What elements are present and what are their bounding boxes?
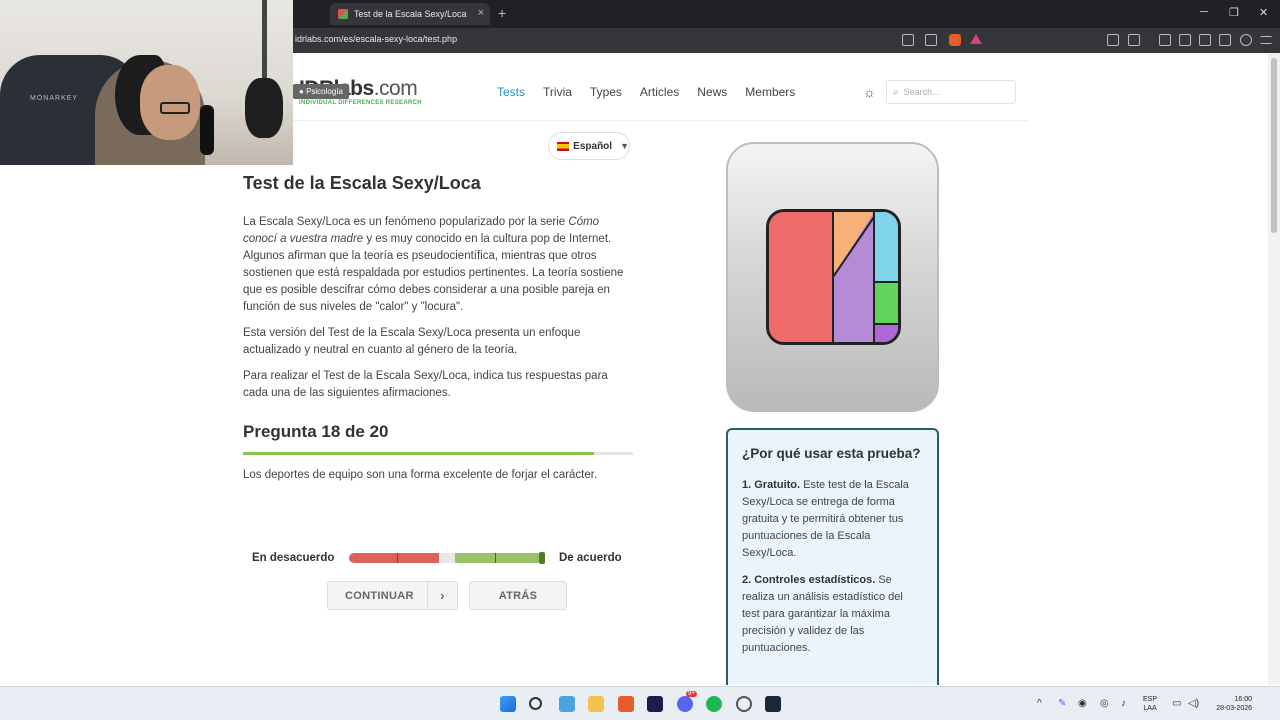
sidebar-icon[interactable] xyxy=(1179,34,1191,46)
continue-button[interactable]: CONTINUAR › xyxy=(327,581,458,610)
spotify-icon[interactable] xyxy=(706,696,722,712)
progress-fill xyxy=(243,452,594,455)
intro-paragraph: La Escala Sexy/Loca es un fenómeno popul… xyxy=(243,216,624,313)
brave-shield-icon[interactable] xyxy=(949,34,961,46)
screenshot-icon[interactable] xyxy=(1128,34,1140,46)
spain-flag-icon xyxy=(557,141,570,151)
why-item-stats: 2. Controles estadísticos. Se realiza un… xyxy=(742,574,903,654)
category-badge[interactable]: ● Psicología xyxy=(293,84,349,99)
language-label: Español xyxy=(573,140,613,152)
chevron-right-icon: › xyxy=(427,582,457,609)
scale-label-disagree: En desacuerdo xyxy=(252,552,335,564)
microphone xyxy=(200,105,214,155)
logo-suffix: .com xyxy=(373,77,418,100)
site-favicon-icon xyxy=(338,9,348,19)
discord-badge: 9+ xyxy=(686,691,697,697)
wallet-icon[interactable] xyxy=(1199,34,1211,46)
page-title: Test de la Escala Sexy/Loca xyxy=(243,173,481,193)
back-button[interactable]: ATRÁS xyxy=(469,581,567,610)
extensions-icon[interactable] xyxy=(1107,34,1119,46)
file-explorer-icon[interactable] xyxy=(588,696,604,712)
brave-rewards-icon[interactable] xyxy=(970,34,982,44)
nav-tests[interactable]: Tests xyxy=(497,85,525,99)
chevron-down-icon: ▼ xyxy=(620,141,629,151)
search-input[interactable]: ⌕ Search... xyxy=(886,80,1016,104)
site-header: IDRlabs.com INDIVIDUAL DIFFERENCES RESEA… xyxy=(293,53,1028,121)
maximize-button[interactable]: ❐ xyxy=(1229,6,1239,19)
nav-news[interactable]: News xyxy=(697,85,727,99)
nav-types[interactable]: Types xyxy=(590,85,622,99)
version-paragraph: Esta versión del Test de la Escala Sexy/… xyxy=(243,327,581,356)
main-nav: Tests Trivia Types Articles News Members xyxy=(497,85,813,99)
scale-label-agree: De acuerdo xyxy=(559,552,622,564)
obs-icon[interactable] xyxy=(736,696,752,712)
why-item-free: 1. Gratuito. Este test de la Escala Sexy… xyxy=(742,479,909,559)
new-tab-button[interactable]: + xyxy=(498,5,506,21)
continue-label: CONTINUAR xyxy=(345,589,414,602)
minimize-button[interactable]: ─ xyxy=(1200,6,1208,18)
answer-slider[interactable] xyxy=(349,553,545,563)
tray-network-icon[interactable]: ▭ xyxy=(1172,698,1181,709)
reader-icon[interactable] xyxy=(902,34,914,46)
start-icon[interactable] xyxy=(500,696,516,712)
slider-tick xyxy=(495,553,496,563)
glasses xyxy=(160,102,190,114)
chair-brand: MONARKEY xyxy=(30,95,79,102)
taskbar: 9+ ^ ✎ ◉ ◎ ♪ ESP LAA ▭ ◁) 16:00 28-03-2026 xyxy=(0,686,1280,720)
logo-subtitle: INDIVIDUAL DIFFERENCES RESEARCH xyxy=(299,100,422,106)
leo-ai-icon[interactable] xyxy=(1219,34,1231,46)
search-taskbar-icon[interactable] xyxy=(529,697,542,710)
steam-icon[interactable] xyxy=(765,696,781,712)
language-select[interactable]: Español ▼ xyxy=(548,132,630,160)
tray-steam-icon[interactable]: ◎ xyxy=(1100,698,1109,709)
tray-mic-icon[interactable]: ♪ xyxy=(1121,698,1126,709)
slider-tick xyxy=(397,553,398,563)
slider-handle[interactable] xyxy=(539,552,545,564)
menu-icon[interactable] xyxy=(1260,36,1272,44)
why-title: ¿Por qué usar esta prueba? xyxy=(742,446,921,461)
instructions-paragraph: Para realizar el Test de la Escala Sexy/… xyxy=(243,370,608,399)
back-label: ATRÁS xyxy=(498,589,538,602)
tray-language[interactable]: ESP LAA xyxy=(1143,695,1157,713)
tray-discord-icon[interactable]: ◉ xyxy=(1078,698,1087,709)
widgets-icon[interactable] xyxy=(559,696,575,712)
nav-articles[interactable]: Articles xyxy=(640,85,679,99)
webcam-overlay: MONARKEY xyxy=(0,0,293,165)
tab-close-icon[interactable]: × xyxy=(478,7,484,19)
progress-bar xyxy=(243,452,633,455)
close-window-button[interactable]: ✕ xyxy=(1259,6,1268,19)
url-field[interactable]: idrlabs.com/es/escala-sexy-loca/test.php xyxy=(295,34,457,44)
tray-clock[interactable]: 16:00 28-03-2026 xyxy=(1207,695,1252,713)
test-article: Test de la Escala Sexy/Loca La Escala Se… xyxy=(243,173,633,481)
discord-icon[interactable] xyxy=(677,696,693,712)
search-placeholder: Search... xyxy=(903,87,940,97)
scale-logo-icon xyxy=(766,209,901,345)
guitar xyxy=(245,0,283,140)
download-icon[interactable] xyxy=(1159,34,1171,46)
nav-trivia[interactable]: Trivia xyxy=(543,85,572,99)
why-use-box: ¿Por qué usar esta prueba? 1. Gratuito. … xyxy=(726,428,939,685)
tray-volume-icon[interactable]: ◁) xyxy=(1188,698,1199,709)
question-heading: Pregunta 18 de 20 xyxy=(243,422,389,441)
page-scrollbar[interactable] xyxy=(1268,53,1280,685)
tray-overflow-icon[interactable]: ^ xyxy=(1037,698,1042,709)
question-text: Los deportes de equipo son una forma exc… xyxy=(243,469,598,481)
scrollbar-thumb[interactable] xyxy=(1271,58,1277,233)
browser-tab[interactable]: Test de la Escala Sexy/Loca × xyxy=(330,3,490,25)
share-icon[interactable] xyxy=(925,34,937,46)
test-app-icon xyxy=(726,142,939,412)
tray-pen-icon[interactable]: ✎ xyxy=(1058,698,1066,709)
brave-browser-icon[interactable] xyxy=(618,696,634,712)
search-icon: ⌕ xyxy=(893,86,899,98)
premiere-icon[interactable] xyxy=(647,696,663,712)
answer-scale: En desacuerdo De acuerdo xyxy=(243,549,633,569)
tab-title: Test de la Escala Sexy/Loca xyxy=(354,9,467,19)
nav-members[interactable]: Members xyxy=(745,85,795,99)
vpn-icon[interactable] xyxy=(1240,34,1252,46)
theme-toggle-icon[interactable]: ☼ xyxy=(863,84,876,100)
